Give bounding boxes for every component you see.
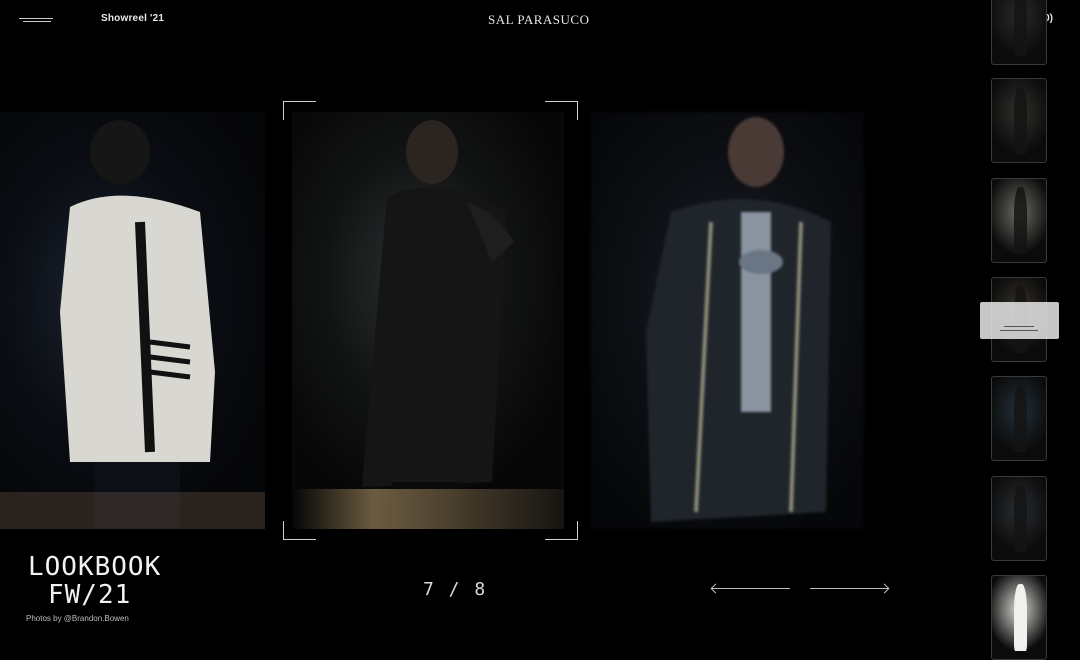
lookbook-photo-current[interactable] xyxy=(292,112,564,529)
thumbnail-1[interactable] xyxy=(991,0,1047,65)
lookbook-photo-next[interactable] xyxy=(591,112,864,529)
indicator-line-icon xyxy=(1004,326,1034,327)
thumbnail-figure xyxy=(1013,187,1027,254)
thumbnail-2[interactable] xyxy=(991,78,1047,163)
frame-corner-bottom-left xyxy=(283,521,316,540)
thumbnail-6[interactable] xyxy=(991,476,1047,561)
thumbnail-figure xyxy=(1013,584,1027,651)
next-slide-button[interactable] xyxy=(810,583,890,595)
floor-light xyxy=(292,489,564,529)
frame-corner-top-right xyxy=(545,101,578,120)
showreel-link[interactable]: Showreel '21 xyxy=(101,13,164,24)
arrow-right-icon xyxy=(810,588,888,589)
previous-slide-button[interactable] xyxy=(710,583,790,595)
model-black-parka-image xyxy=(362,120,514,529)
thumbnail-7[interactable] xyxy=(991,575,1047,660)
active-thumbnail-indicator[interactable] xyxy=(980,302,1059,339)
lookbook-title-line2: FW/21 xyxy=(48,580,132,610)
arrow-right-head xyxy=(879,583,890,594)
arrow-left-icon xyxy=(712,588,790,589)
lookbook-title-line1: LOOKBOOK xyxy=(28,552,162,582)
brand-logo[interactable]: SAL PARASUCO xyxy=(488,12,590,28)
arrow-left-head xyxy=(710,583,721,594)
photo-credit: Photos by @Brandon.Bowen xyxy=(26,614,129,623)
thumbnail-figure xyxy=(1013,87,1027,154)
model-white-jacket-image xyxy=(0,120,265,529)
model-metallic-coat-image xyxy=(646,117,831,522)
hamburger-icon-line xyxy=(23,21,51,22)
lookbook-photo-previous[interactable] xyxy=(0,112,265,529)
thumbnail-5[interactable] xyxy=(991,376,1047,461)
frame-corner-bottom-right xyxy=(545,521,578,540)
thumbnail-3[interactable] xyxy=(991,178,1047,263)
menu-button[interactable] xyxy=(19,14,55,26)
thumbnail-figure xyxy=(1013,0,1027,56)
indicator-line-icon xyxy=(1000,330,1038,331)
thumbnail-figure xyxy=(1013,485,1027,552)
slide-counter: 7 / 8 xyxy=(423,579,488,600)
frame-corner-top-left xyxy=(283,101,316,120)
hamburger-icon xyxy=(19,18,53,19)
thumbnail-figure xyxy=(1013,385,1027,452)
lookbook-title: LOOKBOOK FW/21 xyxy=(28,553,161,609)
